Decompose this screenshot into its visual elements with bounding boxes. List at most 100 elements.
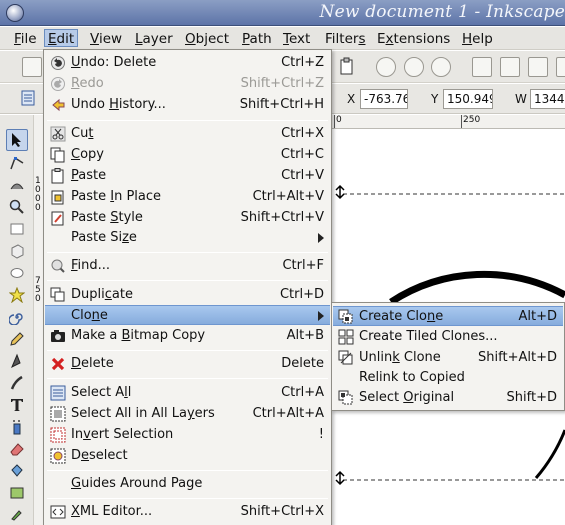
unlink-clone-icon[interactable]: [528, 57, 548, 77]
w-field[interactable]: 1344.: [530, 89, 565, 109]
scissors-icon: [50, 126, 66, 142]
menu-item-paste-size[interactable]: Paste Size: [45, 228, 330, 248]
menu-item-duplicate[interactable]: Duplicate Ctrl+D: [45, 285, 330, 305]
zoom-page-icon[interactable]: [431, 57, 451, 77]
deselect-icon: [50, 448, 66, 464]
bucket-tool-icon[interactable]: [9, 463, 25, 479]
dropper-tool-icon[interactable]: [9, 505, 25, 521]
menu-item-unlink-clone[interactable]: Unlink Clone Shift+Alt+D: [333, 348, 563, 368]
invert-selection-icon: [50, 427, 66, 443]
star-tool-icon[interactable]: [9, 287, 25, 303]
menu-path[interactable]: Path: [239, 30, 275, 48]
menu-item-invert-selection[interactable]: Invert Selection !: [45, 425, 330, 445]
menu-item-deselect[interactable]: Deselect: [45, 446, 330, 466]
vruler-label: 1000: [35, 176, 41, 213]
text-tool-icon[interactable]: [9, 397, 25, 413]
menu-separator: [47, 120, 328, 121]
clone-icon[interactable]: [500, 57, 520, 77]
menu-item-select-all-layers[interactable]: Select All in All Layers Ctrl+Alt+A: [45, 404, 330, 424]
tiled-clones-icon: [338, 329, 354, 345]
eraser-tool-icon[interactable]: [9, 441, 25, 457]
hruler-tick: [461, 115, 462, 128]
w-label: W: [515, 92, 527, 106]
clone-submenu: Create Clone Alt+D Create Tiled Clones..…: [331, 302, 565, 411]
camera-icon: [50, 328, 66, 344]
menu-edit[interactable]: Edit: [44, 29, 79, 47]
undo-history-icon: [50, 97, 66, 113]
menu-separator: [47, 378, 328, 379]
tweak-tool-icon[interactable]: [9, 177, 25, 193]
menu-text[interactable]: Text: [280, 30, 313, 48]
node-tool-icon[interactable]: [9, 155, 25, 171]
xml-editor-icon: [50, 504, 66, 520]
menu-separator: [47, 252, 328, 253]
hruler-label: 250: [463, 115, 481, 125]
gradient-tool-icon[interactable]: [9, 485, 25, 501]
menu-layer[interactable]: Layer: [132, 30, 176, 48]
window-title: New document 1 - Inkscape: [319, 2, 565, 22]
menu-item-relink-to-copied[interactable]: Relink to Copied: [333, 368, 563, 388]
menu-item-undo-history[interactable]: Undo History... Shift+Ctrl+H: [45, 95, 330, 115]
menu-item-create-clone[interactable]: Create Clone Alt+D: [333, 306, 563, 326]
zoom-tool-icon[interactable]: [9, 199, 25, 215]
menu-item-delete[interactable]: Delete Delete: [45, 354, 330, 374]
select-all-icon: [50, 385, 66, 401]
menu-item-select-all[interactable]: Select All Ctrl+A: [45, 383, 330, 403]
select-all-layers-icon: [50, 406, 66, 422]
menu-object[interactable]: Object: [182, 30, 232, 48]
menu-separator: [47, 350, 328, 351]
selector-tool-icon[interactable]: [6, 129, 28, 151]
menu-item-xml-editor[interactable]: XML Editor... Shift+Ctrl+X: [45, 502, 330, 522]
menu-item-paste[interactable]: Paste Ctrl+V: [45, 166, 330, 186]
menu-file[interactable]: File: [11, 30, 40, 48]
zoom-selection-icon[interactable]: [376, 57, 396, 77]
title-bar: New document 1 - Inkscape: [0, 0, 565, 26]
menu-item-paste-in-place[interactable]: Paste In Place Ctrl+Alt+V: [45, 187, 330, 207]
circle-arc-top: [389, 270, 565, 305]
group-icon[interactable]: [556, 57, 565, 77]
scale-handle-bottom: [335, 470, 345, 486]
menu-item-find[interactable]: Find... Ctrl+F: [45, 256, 330, 276]
menu-view[interactable]: View: [87, 30, 125, 48]
toolbox: [0, 115, 34, 525]
menu-item-redo[interactable]: Redo Shift+Ctrl+Z: [45, 74, 330, 94]
menu-item-clone[interactable]: Clone: [45, 305, 330, 325]
duplicate-icon[interactable]: [472, 57, 492, 77]
select-all-icon[interactable]: [20, 89, 40, 109]
calligraphy-tool-icon[interactable]: [9, 375, 25, 391]
menu-item-cut[interactable]: Cut Ctrl+X: [45, 124, 330, 144]
app-icon[interactable]: [6, 4, 24, 22]
menu-separator: [47, 280, 328, 281]
spray-tool-icon[interactable]: [9, 419, 25, 435]
unlink-clone-icon: [338, 350, 354, 366]
x-field[interactable]: -763.76: [360, 89, 408, 109]
menu-item-create-tiled-clones[interactable]: Create Tiled Clones...: [333, 327, 563, 347]
menu-item-paste-style[interactable]: Paste Style Shift+Ctrl+V: [45, 208, 330, 228]
ellipse-tool-icon[interactable]: [9, 265, 25, 281]
menu-bar: File Edit View Layer Object Path Text Fi…: [0, 27, 565, 50]
edit-menu: Undo: Delete Ctrl+Z Redo Shift+Ctrl+Z Un…: [43, 49, 332, 525]
rect-tool-icon[interactable]: [9, 221, 25, 237]
hruler-label: 0: [336, 115, 342, 125]
y-field[interactable]: 150.949: [443, 89, 493, 109]
menu-help[interactable]: Help: [459, 30, 496, 48]
menu-item-copy[interactable]: Copy Ctrl+C: [45, 145, 330, 165]
menu-item-make-bitmap-copy[interactable]: Make a Bitmap Copy Alt+B: [45, 326, 330, 346]
menu-item-select-original[interactable]: Select Original Shift+D: [333, 388, 563, 408]
zoom-drawing-icon[interactable]: [404, 57, 424, 77]
menu-item-undo[interactable]: Undo: Delete Ctrl+Z: [45, 53, 330, 73]
submenu-arrow-icon: [318, 311, 324, 321]
undo-icon: [50, 55, 66, 71]
menu-filters[interactable]: Filters: [322, 30, 368, 48]
new-document-icon[interactable]: [22, 57, 42, 77]
spiral-tool-icon[interactable]: [9, 309, 25, 325]
menu-item-guides-around-page[interactable]: Guides Around Page: [45, 474, 330, 494]
pencil-tool-icon[interactable]: [9, 331, 25, 347]
box3d-tool-icon[interactable]: [9, 243, 25, 259]
duplicate-icon: [50, 287, 66, 303]
paste-style-icon: [50, 210, 66, 226]
menu-extensions[interactable]: Extensions: [374, 30, 453, 48]
horizontal-ruler[interactable]: 0 250: [331, 115, 565, 129]
paste-icon[interactable]: [337, 57, 357, 77]
pen-tool-icon[interactable]: [9, 353, 25, 369]
